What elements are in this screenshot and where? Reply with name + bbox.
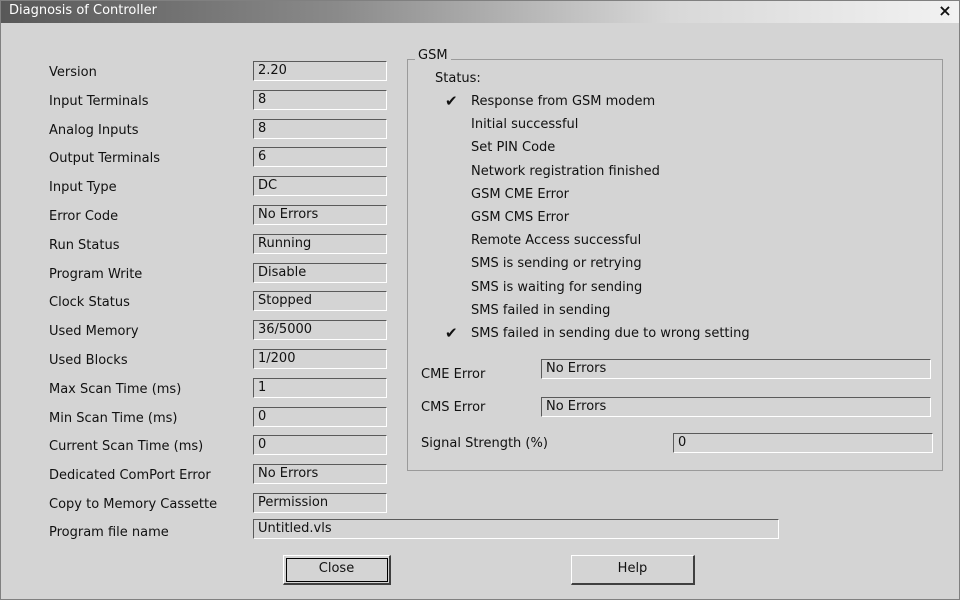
checkmark-icon: ✔ — [445, 324, 458, 342]
signal-strength-field: 0 — [673, 433, 933, 453]
min-scan-time-ms-field: 0 — [253, 407, 387, 427]
gsm-status-item: SMS failed in sending — [471, 303, 611, 318]
gsm-status-item: GSM CME Error — [471, 187, 570, 202]
gsm-status-item: GSM CMS Error — [471, 210, 570, 225]
close-button[interactable]: Close — [283, 555, 391, 585]
clock-status-field: Stopped — [253, 291, 387, 311]
gsm-status-item: Initial successful — [471, 117, 579, 132]
help-button[interactable]: Help — [571, 555, 695, 585]
min-scan-time-ms-label: Min Scan Time (ms) — [49, 411, 178, 426]
gsm-status-item: Set PIN Code — [471, 140, 556, 155]
gsm-status-item: Response from GSM modem — [471, 94, 656, 109]
signal-strength-label: Signal Strength (%) — [421, 436, 548, 451]
run-status-label: Run Status — [49, 238, 120, 253]
input-terminals-field: 8 — [253, 90, 387, 110]
input-terminals-label: Input Terminals — [49, 94, 149, 109]
copy-to-memory-cassette-field: Permission — [253, 493, 387, 513]
input-type-field: DC — [253, 176, 387, 196]
max-scan-time-ms-label: Max Scan Time (ms) — [49, 382, 182, 397]
output-terminals-field: 6 — [253, 147, 387, 167]
program-file-label: Program file name — [49, 525, 169, 540]
dedicated-comport-error-label: Dedicated ComPort Error — [49, 468, 211, 483]
version-field: 2.20 — [253, 61, 387, 81]
gsm-status-item: SMS is sending or retrying — [471, 256, 642, 271]
diagnosis-dialog: Diagnosis of Controller × Version 2.20 Inp… — [0, 0, 960, 600]
cme-error-label: CME Error — [421, 367, 486, 382]
gsm-status-item: SMS failed in sending due to wrong setti… — [471, 326, 750, 341]
checkmark-icon: ✔ — [445, 92, 458, 110]
analog-inputs-field: 8 — [253, 119, 387, 139]
clock-status-label: Clock Status — [49, 295, 130, 310]
used-blocks-field: 1/200 — [253, 349, 387, 369]
used-blocks-label: Used Blocks — [49, 353, 128, 368]
title-bar[interactable]: Diagnosis of Controller × — [1, 1, 959, 23]
run-status-field: Running — [253, 234, 387, 254]
program-write-field: Disable — [253, 263, 387, 283]
program-file-field: Untitled.vls — [253, 519, 779, 539]
input-type-label: Input Type — [49, 180, 117, 195]
cms-error-field: No Errors — [541, 397, 931, 417]
gsm-status-item: SMS is waiting for sending — [471, 280, 643, 295]
error-code-label: Error Code — [49, 209, 119, 224]
dedicated-comport-error-field: No Errors — [253, 464, 387, 484]
close-icon[interactable]: × — [937, 2, 953, 20]
analog-inputs-label: Analog Inputs — [49, 123, 139, 138]
error-code-field: No Errors — [253, 205, 387, 225]
program-write-label: Program Write — [49, 267, 143, 282]
gsm-status-item: Network registration finished — [471, 164, 660, 179]
current-scan-time-ms-label: Current Scan Time (ms) — [49, 439, 204, 454]
cme-error-field: No Errors — [541, 359, 931, 379]
cms-error-label: CMS Error — [421, 400, 486, 415]
current-scan-time-ms-field: 0 — [253, 435, 387, 455]
window-title: Diagnosis of Controller — [9, 3, 157, 18]
version-label: Version — [49, 65, 97, 80]
copy-to-memory-cassette-label: Copy to Memory Cassette — [49, 497, 218, 512]
used-memory-label: Used Memory — [49, 324, 139, 339]
gsm-status-label: Status: — [435, 71, 481, 86]
gsm-group-title: GSM — [415, 48, 451, 63]
gsm-status-item: Remote Access successful — [471, 233, 642, 248]
output-terminals-label: Output Terminals — [49, 151, 161, 166]
max-scan-time-ms-field: 1 — [253, 378, 387, 398]
used-memory-field: 36/5000 — [253, 320, 387, 340]
